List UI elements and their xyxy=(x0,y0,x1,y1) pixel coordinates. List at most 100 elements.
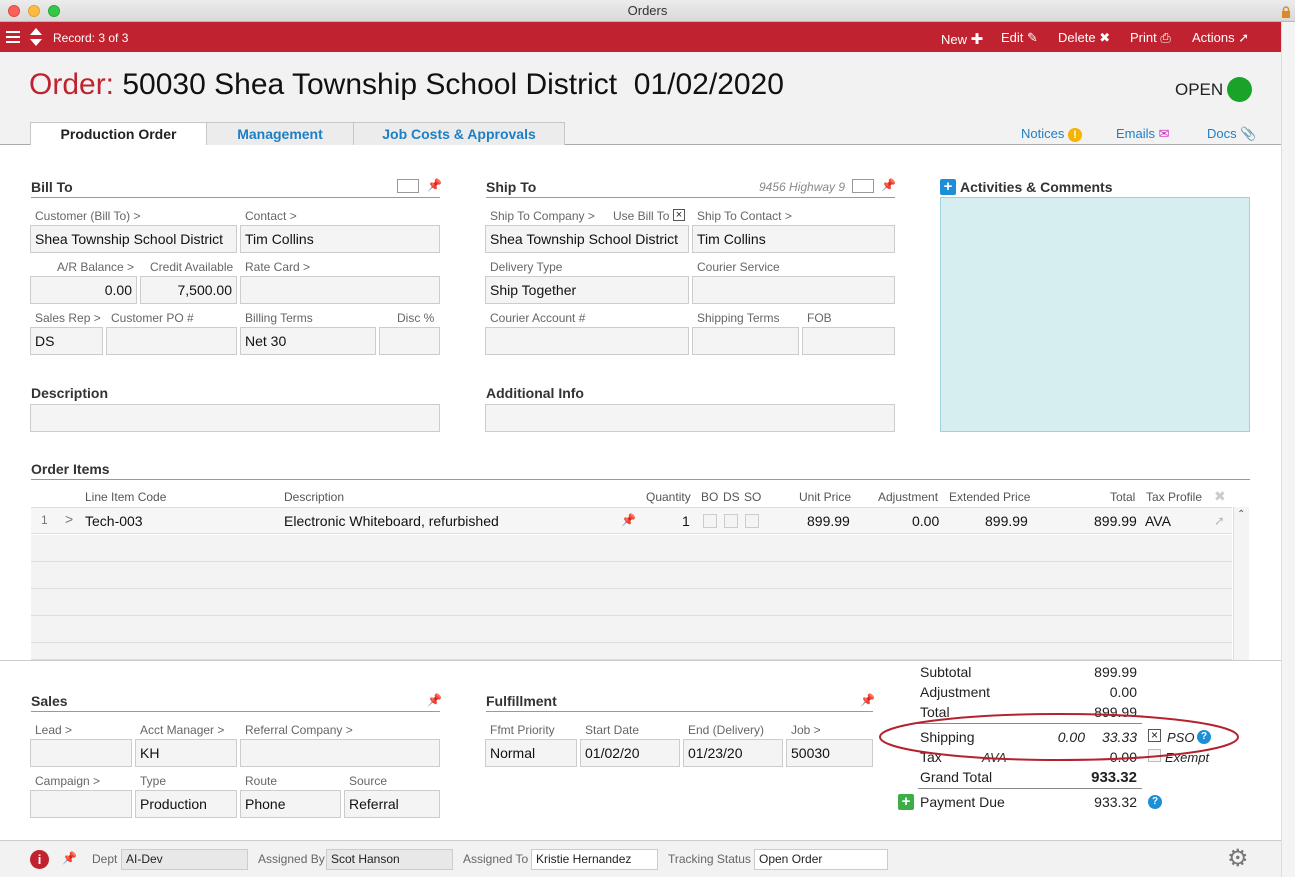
use-bill-to-checkbox[interactable]: × xyxy=(673,209,685,221)
lead-label[interactable]: Lead > xyxy=(35,723,72,737)
empty-row[interactable] xyxy=(31,535,1232,562)
tab-management[interactable]: Management xyxy=(206,122,354,145)
col-so[interactable]: SO xyxy=(744,490,761,504)
additional-info-field[interactable] xyxy=(485,404,895,432)
row-adjustment[interactable]: 0.00 xyxy=(912,513,939,529)
courier-service-field[interactable] xyxy=(692,276,895,304)
window-scrollbar[interactable] xyxy=(1281,22,1295,877)
gear-icon[interactable]: ⚙ xyxy=(1227,847,1249,871)
acct-manager-field[interactable]: KH xyxy=(135,739,237,767)
new-button[interactable]: New ✚ xyxy=(941,30,983,48)
record-navigate-icon[interactable] xyxy=(29,27,43,50)
ship-company-field[interactable]: Shea Township School District xyxy=(485,225,689,253)
dept-field[interactable]: AI-Dev xyxy=(121,849,248,870)
add-payment-icon[interactable]: + xyxy=(898,794,914,810)
pin-icon[interactable]: 📌 xyxy=(62,851,77,865)
delete-button[interactable]: Delete ✖ xyxy=(1058,30,1110,46)
row-code[interactable]: Tech-003 xyxy=(85,513,143,529)
bo-checkbox[interactable] xyxy=(703,514,717,528)
ffmt-priority-field[interactable]: Normal xyxy=(485,739,577,767)
docs-link[interactable]: Docs 📎 xyxy=(1207,126,1256,142)
tab-production-order[interactable]: Production Order xyxy=(30,122,207,146)
emails-link[interactable]: Emails ✉ xyxy=(1116,126,1170,142)
ship-contact-label[interactable]: Ship To Contact > xyxy=(697,209,792,223)
billing-terms-field[interactable]: Net 30 xyxy=(240,327,376,355)
pin-icon[interactable]: 📌 xyxy=(881,178,896,192)
type-field[interactable]: Production xyxy=(135,790,237,818)
empty-row[interactable] xyxy=(31,616,1232,643)
grid-scrollbar[interactable]: ⌃ xyxy=(1233,507,1249,660)
referral-field[interactable] xyxy=(240,739,440,767)
sales-rep-label[interactable]: Sales Rep > xyxy=(35,311,101,325)
col-line-item-code[interactable]: Line Item Code xyxy=(85,490,166,504)
zoom-window-button[interactable] xyxy=(48,5,60,17)
tab-job-costs[interactable]: Job Costs & Approvals xyxy=(353,122,565,145)
help-icon[interactable]: ? xyxy=(1148,795,1162,809)
start-date-field[interactable]: 01/02/20 xyxy=(580,739,680,767)
pin-icon[interactable]: 📌 xyxy=(427,178,442,192)
pin-icon[interactable]: 📌 xyxy=(427,693,442,707)
empty-row[interactable] xyxy=(31,643,1232,660)
col-adjustment[interactable]: Adjustment xyxy=(878,490,938,504)
route-field[interactable]: Phone xyxy=(240,790,341,818)
notices-link[interactable]: Notices ! xyxy=(1021,126,1082,142)
ds-checkbox[interactable] xyxy=(724,514,738,528)
acct-manager-label[interactable]: Acct Manager > xyxy=(140,723,224,737)
shipping-terms-field[interactable] xyxy=(692,327,799,355)
address-card-icon[interactable] xyxy=(852,179,874,193)
actions-button[interactable]: Actions ➚ xyxy=(1192,30,1249,46)
edit-button[interactable]: Edit ✎ xyxy=(1001,30,1038,46)
description-field[interactable] xyxy=(30,404,440,432)
customer-po-field[interactable] xyxy=(106,327,237,355)
so-checkbox[interactable] xyxy=(745,514,759,528)
job-field[interactable]: 50030 xyxy=(786,739,873,767)
source-field[interactable]: Referral xyxy=(344,790,440,818)
customer-field[interactable]: Shea Township School District xyxy=(30,225,237,253)
campaign-label[interactable]: Campaign > xyxy=(35,774,100,788)
delivery-type-field[interactable]: Ship Together xyxy=(485,276,689,304)
activities-panel[interactable] xyxy=(940,197,1250,432)
customer-label[interactable]: Customer (Bill To) > xyxy=(35,209,140,223)
row-tax-profile[interactable]: AVA xyxy=(1145,513,1171,529)
add-activity-icon[interactable]: + xyxy=(940,179,956,195)
minimize-window-button[interactable] xyxy=(28,5,40,17)
ar-balance-label[interactable]: A/R Balance > xyxy=(57,260,134,274)
row-expand-icon[interactable]: > xyxy=(65,511,73,527)
assigned-to-field[interactable]: Kristie Hernandez xyxy=(531,849,658,870)
chevron-up-icon[interactable]: ⌃ xyxy=(1237,509,1245,520)
empty-row[interactable] xyxy=(31,589,1232,616)
table-row[interactable]: 1 > Tech-003 Electronic Whiteboard, refu… xyxy=(31,507,1232,534)
job-label[interactable]: Job > xyxy=(791,723,821,737)
tracking-status-field[interactable]: Open Order xyxy=(754,849,888,870)
rate-card-label[interactable]: Rate Card > xyxy=(245,260,310,274)
fob-field[interactable] xyxy=(802,327,895,355)
courier-account-field[interactable] xyxy=(485,327,689,355)
contact-field[interactable]: Tim Collins xyxy=(240,225,440,253)
row-unit-price[interactable]: 899.99 xyxy=(807,513,850,529)
ship-contact-field[interactable]: Tim Collins xyxy=(692,225,895,253)
row-quantity[interactable]: 1 xyxy=(682,513,690,529)
ship-company-label[interactable]: Ship To Company > xyxy=(490,209,595,223)
pin-icon[interactable]: 📌 xyxy=(860,693,875,707)
info-icon[interactable]: i xyxy=(30,850,49,869)
pin-icon[interactable]: 📌 xyxy=(621,513,636,527)
contact-label[interactable]: Contact > xyxy=(245,209,297,223)
end-date-field[interactable]: 01/23/20 xyxy=(683,739,783,767)
row-action-icon[interactable]: ➚ xyxy=(1214,513,1225,529)
row-description[interactable]: Electronic Whiteboard, refurbished xyxy=(284,513,499,529)
address-card-icon[interactable] xyxy=(397,179,419,193)
print-button[interactable]: Print ⎙ xyxy=(1130,30,1171,46)
col-ds[interactable]: DS xyxy=(723,490,740,504)
close-window-button[interactable] xyxy=(8,5,20,17)
assigned-by-field[interactable]: Scot Hanson xyxy=(326,849,453,870)
col-unit-price[interactable]: Unit Price xyxy=(799,490,851,504)
col-bo[interactable]: BO xyxy=(701,490,718,504)
col-total[interactable]: Total xyxy=(1110,490,1135,504)
remove-column-icon[interactable]: ✖ xyxy=(1214,488,1226,505)
sales-rep-field[interactable]: DS xyxy=(30,327,103,355)
referral-label[interactable]: Referral Company > xyxy=(245,723,353,737)
col-quantity[interactable]: Quantity xyxy=(646,490,691,504)
rate-card-field[interactable] xyxy=(240,276,440,304)
disc-field[interactable] xyxy=(379,327,440,355)
col-extended-price[interactable]: Extended Price xyxy=(949,490,1030,504)
